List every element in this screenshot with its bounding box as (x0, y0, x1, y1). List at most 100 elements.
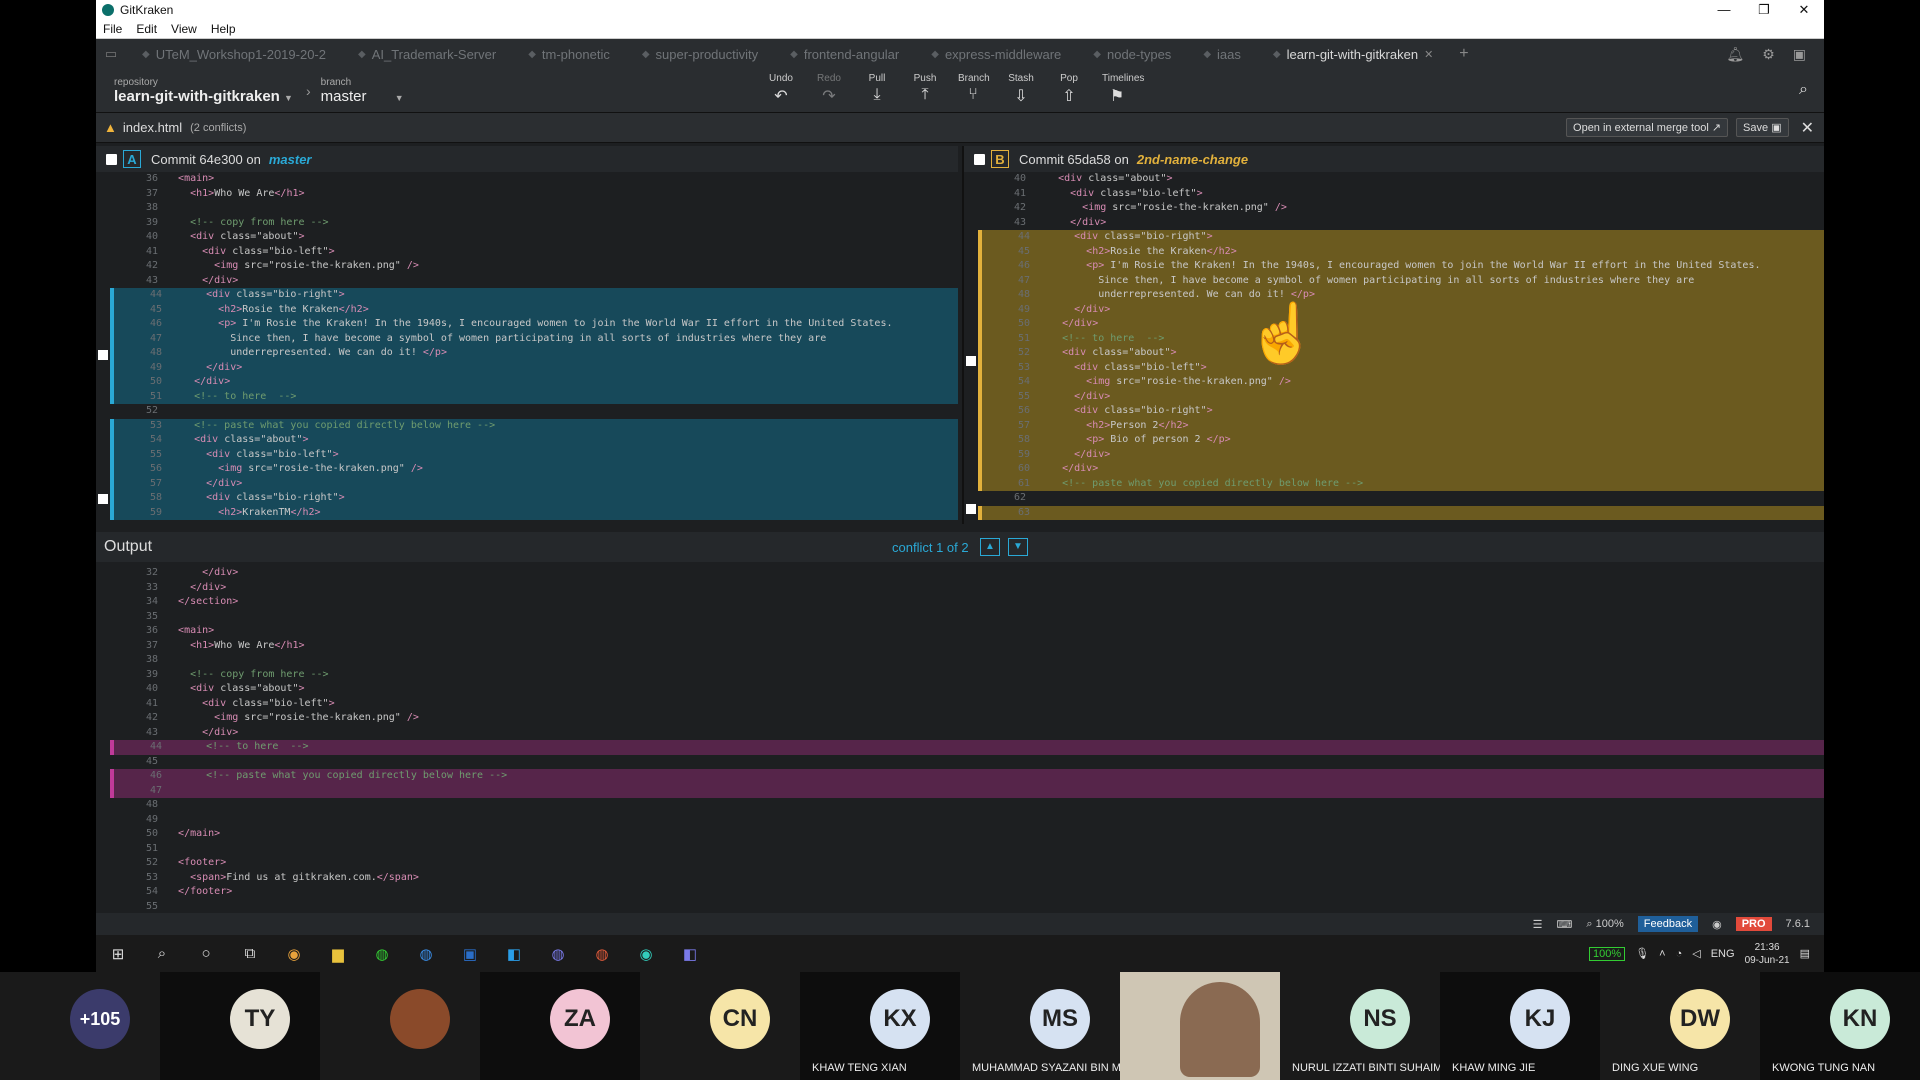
pull-button[interactable]: Pull ⤓ (862, 73, 892, 106)
tab-4[interactable]: ◆ frontend-angular (774, 47, 915, 62)
code-line[interactable]: 40 <div class="about"> (110, 682, 1824, 697)
participant-tile[interactable]: KJ KHAW MING JIE (1440, 972, 1600, 1080)
outlook-icon[interactable]: ▣ (448, 945, 492, 963)
powerpoint-icon[interactable]: ◍ (580, 945, 624, 963)
code-line[interactable]: 48 underrepresented. We can do it! </p> (110, 346, 958, 361)
avatar[interactable]: ▣ (1793, 46, 1806, 63)
code-line[interactable]: 56 <img src="rosie-the-kraken.png" /> (110, 462, 958, 477)
code-line[interactable]: 45 <h2>Rosie the Kraken</h2> (110, 302, 958, 317)
add-tab-button[interactable]: + (1449, 45, 1478, 63)
gear-icon[interactable]: ⚙ (1762, 46, 1775, 63)
code-line[interactable]: 54 </footer> (110, 885, 1824, 900)
participant-tile[interactable]: CN (640, 972, 800, 1080)
code-line[interactable]: 59 </div> (978, 447, 1824, 462)
code-line[interactable]: 35 (110, 610, 1824, 625)
tab-7[interactable]: ◆ iaas (1187, 47, 1257, 62)
chrome-icon[interactable]: ◉ (272, 945, 316, 963)
notification-icon[interactable]: ▤ (1800, 947, 1810, 960)
code-line[interactable]: 40 <div class="about"> (978, 172, 1824, 187)
code-line[interactable]: 54 <img src="rosie-the-kraken.png" /> (978, 375, 1824, 390)
code-line[interactable]: 49 (110, 813, 1824, 828)
code-line[interactable]: 47 Since then, I have become a symbol of… (978, 273, 1824, 288)
code-line[interactable]: 62 (978, 491, 1824, 506)
code-line[interactable]: 51 <!-- to here --> (110, 389, 958, 404)
code-line[interactable]: 55 (110, 900, 1824, 912)
code-line[interactable]: 52 (110, 404, 958, 419)
cortana-icon[interactable]: ○ (184, 945, 228, 962)
whatsapp-icon[interactable]: ◍ (360, 945, 404, 963)
code-line[interactable]: 38 (110, 201, 958, 216)
language-indicator[interactable]: ENG (1711, 948, 1735, 960)
output-code[interactable]: 32 </div> 33 </div> 34 </section> 35 36 <mai… (110, 566, 1824, 911)
code-line[interactable]: 43 </div> (110, 274, 958, 289)
wifi-icon[interactable]: ◔ (1676, 948, 1683, 960)
code-line[interactable]: 39 <!-- copy from here --> (110, 216, 958, 231)
code-line[interactable]: 37 <h1>Who We Are</h1> (110, 639, 1824, 654)
code-line[interactable]: 42 <img src="rosie-the-kraken.png" /> (110, 711, 1824, 726)
file-explorer-icon[interactable]: ▆ (316, 945, 360, 963)
code-line[interactable]: 37 <h1>Who We Are</h1> (110, 187, 958, 202)
windows-start-icon[interactable]: ⊞ (96, 945, 140, 963)
code-line[interactable]: 48 underrepresented. We can do it! </p> (978, 288, 1824, 303)
task-view-icon[interactable]: ⧉ (228, 945, 272, 962)
code-line[interactable]: 53 <span>Find us at gitkraken.com.</span… (110, 871, 1824, 886)
code-line[interactable]: 47 (110, 783, 1824, 798)
battery-indicator[interactable]: 100% (1589, 946, 1626, 961)
tab-0[interactable]: ◆ UTeM_Workshop1-2019-20-2 (126, 47, 342, 62)
participant-tile[interactable]: TY (160, 972, 320, 1080)
volume-icon[interactable]: ◁ (1692, 947, 1700, 960)
code-line[interactable]: 51 <!-- to here --> (978, 331, 1824, 346)
code-line[interactable]: 55 <div class="bio-left"> (110, 447, 958, 462)
clock[interactable]: 21:36 09-Jun-21 (1745, 941, 1790, 967)
code-line[interactable]: 36 <main> (110, 624, 1824, 639)
code-line[interactable]: 32 </div> (110, 566, 1824, 581)
teams-icon[interactable]: ◧ (668, 945, 712, 963)
code-line[interactable]: 40 <div class="about"> (110, 230, 958, 245)
code-line[interactable]: 44 <div class="bio-right"> (978, 230, 1824, 245)
menu-file[interactable]: File (96, 22, 129, 36)
zoom-level[interactable]: ⌕ 100% (1586, 918, 1623, 931)
code-line[interactable]: 52 <footer> (110, 856, 1824, 871)
tab-3[interactable]: ◆ super-productivity (626, 47, 774, 62)
tab-2[interactable]: ◆ tm-phonetic (512, 47, 626, 62)
timelines-button[interactable]: Timelines ⚑ (1102, 73, 1144, 106)
participant-tile[interactable] (1120, 972, 1280, 1080)
hunk-checkbox[interactable] (966, 504, 976, 514)
participant-tile[interactable] (320, 972, 480, 1080)
discord-icon[interactable]: ◍ (536, 945, 580, 963)
hunk-checkbox[interactable] (966, 356, 976, 366)
code-line[interactable]: 48 (110, 798, 1824, 813)
code-line[interactable]: 50 </div> (978, 317, 1824, 332)
folder-icon[interactable]: ▭ (96, 46, 126, 62)
code-line[interactable]: 58 <p> Bio of person 2 </p> (978, 433, 1824, 448)
code-line[interactable]: 36 <main> (110, 172, 958, 187)
branch-selector[interactable]: branch master ▼ (321, 77, 441, 105)
code-line[interactable]: 41 <div class="bio-left"> (978, 187, 1824, 202)
participant-tile[interactable]: KN KWONG TUNG NAN (1760, 972, 1920, 1080)
code-line[interactable]: 45 <h2>Rosie the Kraken</h2> (978, 244, 1824, 259)
pane-a-code[interactable]: 36 <main> 37 <h1>Who We Are</h1> 38 39 <!--… (110, 172, 958, 520)
undo-button[interactable]: Undo ↶ (766, 73, 796, 106)
messenger-icon[interactable]: ◍ (404, 945, 448, 963)
code-line[interactable]: 44 <div class="bio-right"> (110, 288, 958, 303)
participant-tile[interactable]: NS NURUL IZZATI BINTI SUHAIMI (1280, 972, 1445, 1080)
code-line[interactable]: 58 <div class="bio-right"> (110, 491, 958, 506)
code-line[interactable]: 44 <!-- to here --> (110, 740, 1824, 755)
participant-tile[interactable]: DW DING XUE WING (1600, 972, 1760, 1080)
code-line[interactable]: 42 <img src="rosie-the-kraken.png" /> (110, 259, 958, 274)
menu-view[interactable]: View (164, 22, 204, 36)
tab-6[interactable]: ◆ node-types (1077, 47, 1187, 62)
code-line[interactable]: 49 </div> (978, 302, 1824, 317)
mic-icon[interactable]: 🎙︎ (1635, 947, 1649, 960)
close-tab-icon[interactable]: ✕ (1424, 48, 1433, 61)
gitkraken-taskbar-icon[interactable]: ◉ (624, 945, 668, 963)
feedback-button[interactable]: Feedback (1637, 916, 1699, 932)
restore-button[interactable]: ❐ (1744, 2, 1784, 18)
participant-tile[interactable]: MS MUHAMMAD SYAZANI BIN MOHD... (960, 972, 1155, 1080)
code-line[interactable]: 52 <div class="about"> (978, 346, 1824, 361)
code-line[interactable]: 59 <h2>KrakenTM</h2> (110, 505, 958, 520)
code-line[interactable]: 45 (110, 755, 1824, 770)
code-line[interactable]: 50 </div> (110, 375, 958, 390)
keyboard-icon[interactable]: ⌨ (1557, 918, 1573, 931)
participant-tile[interactable]: KX KHAW TENG XIAN (800, 972, 960, 1080)
